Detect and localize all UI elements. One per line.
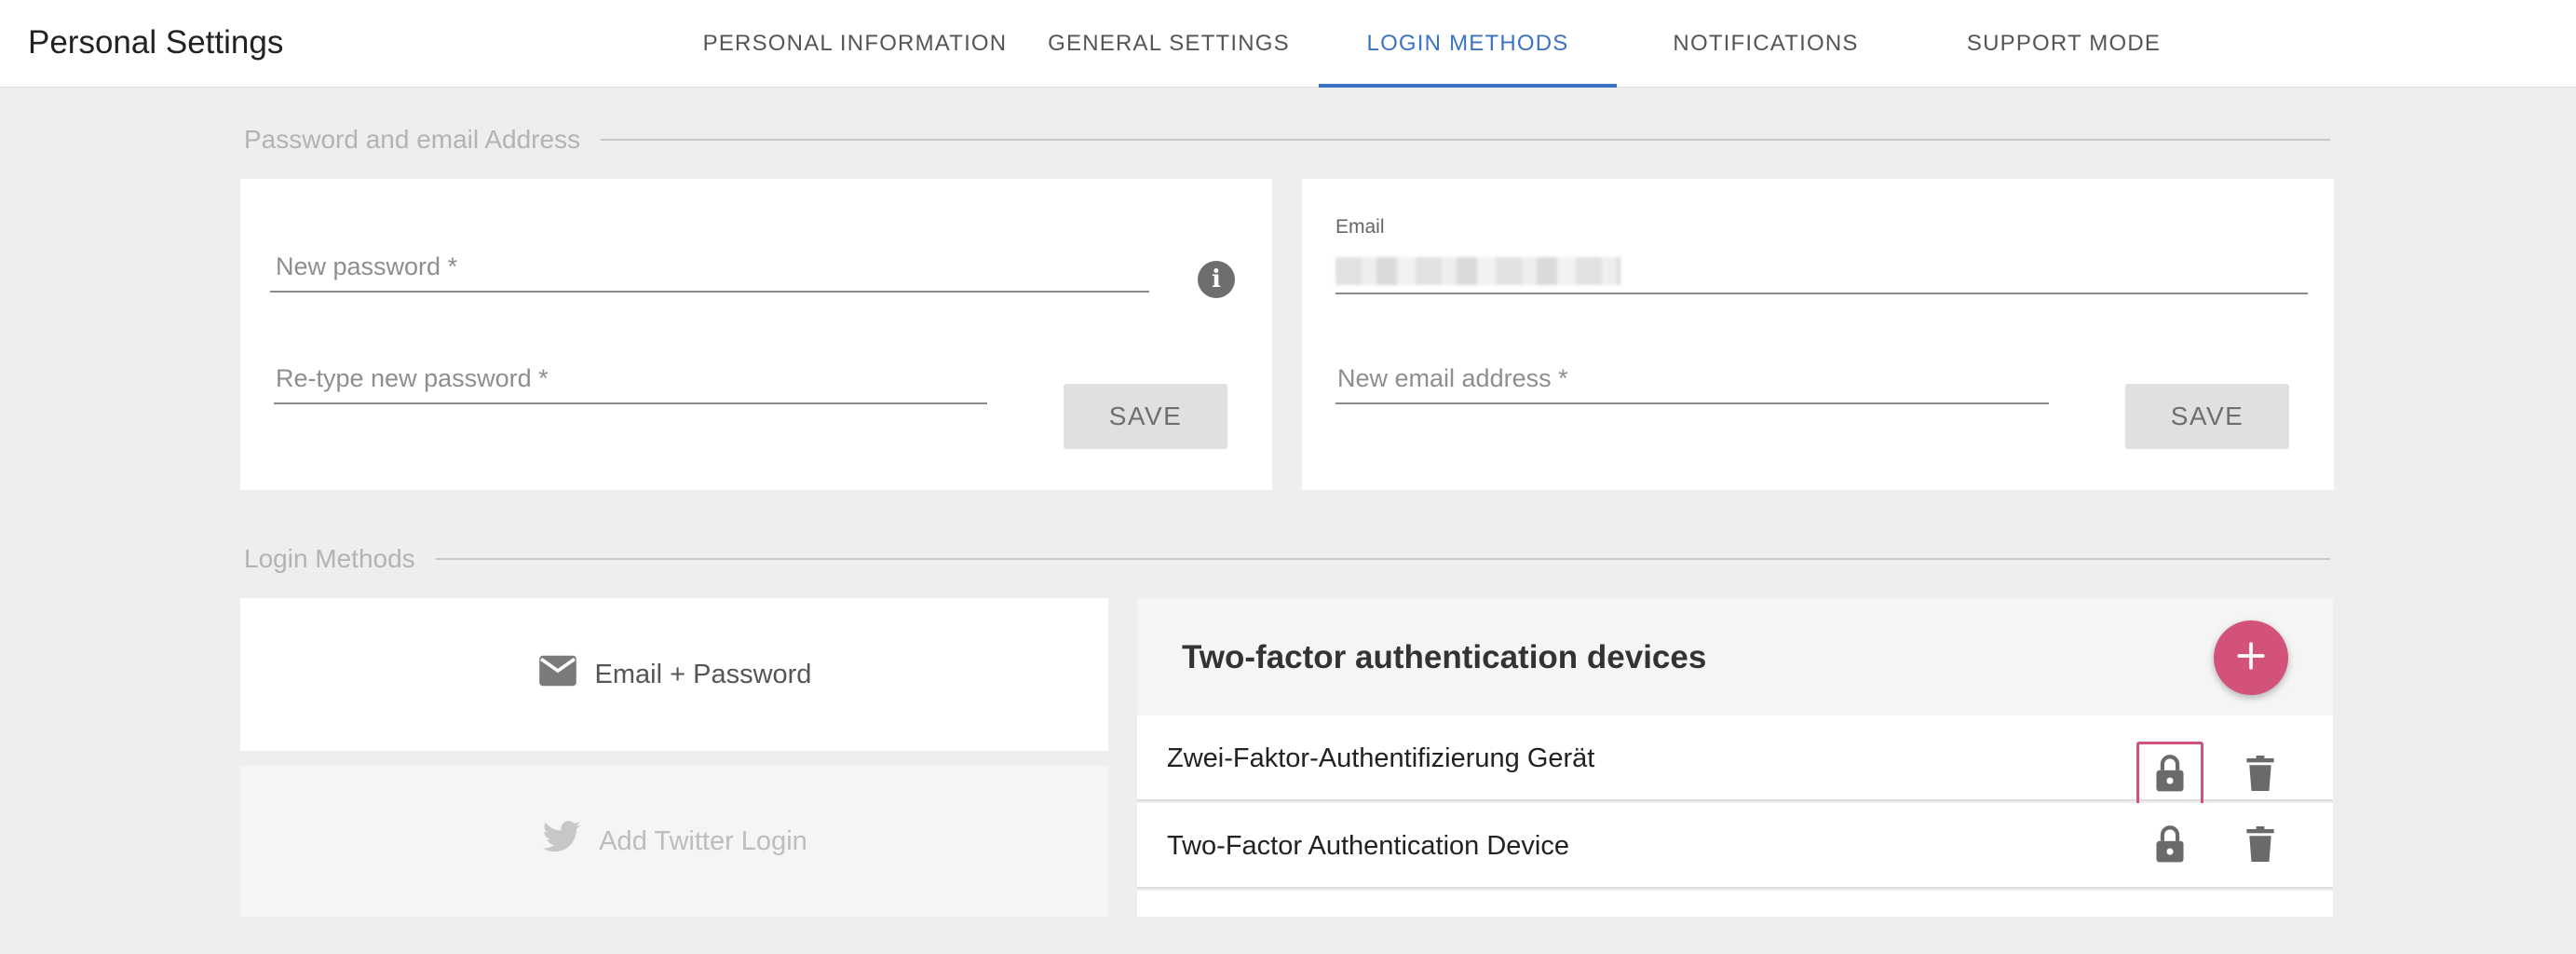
device-name: Two-Factor Authentication Device — [1167, 831, 1569, 861]
device-row: Zwei-Faktor-Authentifizierung Gerät — [1137, 716, 2333, 809]
device-list-continuation — [1137, 891, 2333, 917]
plus-icon — [2235, 640, 2267, 676]
retype-password-field[interactable]: Re-type new password * — [274, 361, 987, 404]
tab-personal-information[interactable]: PERSONAL INFORMATION — [697, 0, 1013, 88]
lock-icon — [2154, 825, 2186, 868]
tab-notifications[interactable]: NOTIFICATIONS — [1617, 0, 1915, 88]
lock-device-button[interactable] — [2136, 742, 2203, 809]
save-email-button[interactable]: SAVE — [2125, 384, 2289, 449]
retype-password-placeholder: Re-type new password * — [276, 364, 549, 392]
two-factor-header: Two-factor authentication devices — [1137, 598, 2333, 716]
tab-general-settings[interactable]: GENERAL SETTINGS — [1026, 0, 1311, 88]
save-password-button[interactable]: SAVE — [1064, 384, 1227, 449]
email-card: Email New email address * SAVE — [1302, 179, 2334, 490]
add-device-button[interactable] — [2214, 620, 2288, 695]
top-header: Personal Settings PERSONAL INFORMATION G… — [0, 0, 2576, 88]
section-heading-password-email: Password and email Address — [244, 125, 2330, 155]
device-row: Two-Factor Authentication Device — [1137, 803, 2333, 889]
lock-icon — [2154, 754, 2186, 797]
mail-icon — [537, 654, 578, 695]
section-heading-label: Login Methods — [244, 544, 415, 573]
device-name: Zwei-Faktor-Authentifizierung Gerät — [1167, 743, 1595, 773]
page-title: Personal Settings — [28, 24, 284, 61]
two-factor-title: Two-factor authentication devices — [1182, 639, 1707, 675]
section-heading-label: Password and email Address — [244, 125, 581, 154]
section-divider — [601, 139, 2330, 141]
section-heading-login-methods: Login Methods — [244, 544, 2330, 574]
login-method-email-password[interactable]: Email + Password — [240, 598, 1108, 751]
new-password-placeholder: New password * — [276, 252, 458, 280]
add-twitter-login[interactable]: Add Twitter Login — [240, 766, 1108, 917]
new-password-field[interactable]: New password * — [270, 250, 1149, 293]
trash-icon — [2246, 755, 2274, 796]
section-divider — [435, 558, 2330, 560]
delete-device-button[interactable] — [2227, 812, 2294, 879]
twitter-icon — [541, 820, 582, 863]
password-card: New password * i Re-type new password * … — [240, 179, 1272, 490]
tab-support-mode[interactable]: SUPPORT MODE — [1915, 0, 2213, 88]
email-field-label: Email — [1335, 216, 1385, 238]
login-method-label: Email + Password — [594, 659, 812, 689]
info-icon[interactable]: i — [1198, 261, 1235, 298]
lock-device-button[interactable] — [2136, 812, 2203, 879]
new-email-field[interactable]: New email address * — [1335, 361, 2049, 404]
new-email-placeholder: New email address * — [1337, 364, 1568, 392]
delete-device-button[interactable] — [2227, 742, 2294, 809]
trash-icon — [2246, 825, 2274, 866]
login-method-label: Add Twitter Login — [599, 825, 807, 856]
tab-login-methods[interactable]: LOGIN METHODS — [1319, 0, 1617, 88]
email-field[interactable]: Email — [1335, 216, 2308, 294]
email-value-blurred — [1335, 257, 1620, 285]
